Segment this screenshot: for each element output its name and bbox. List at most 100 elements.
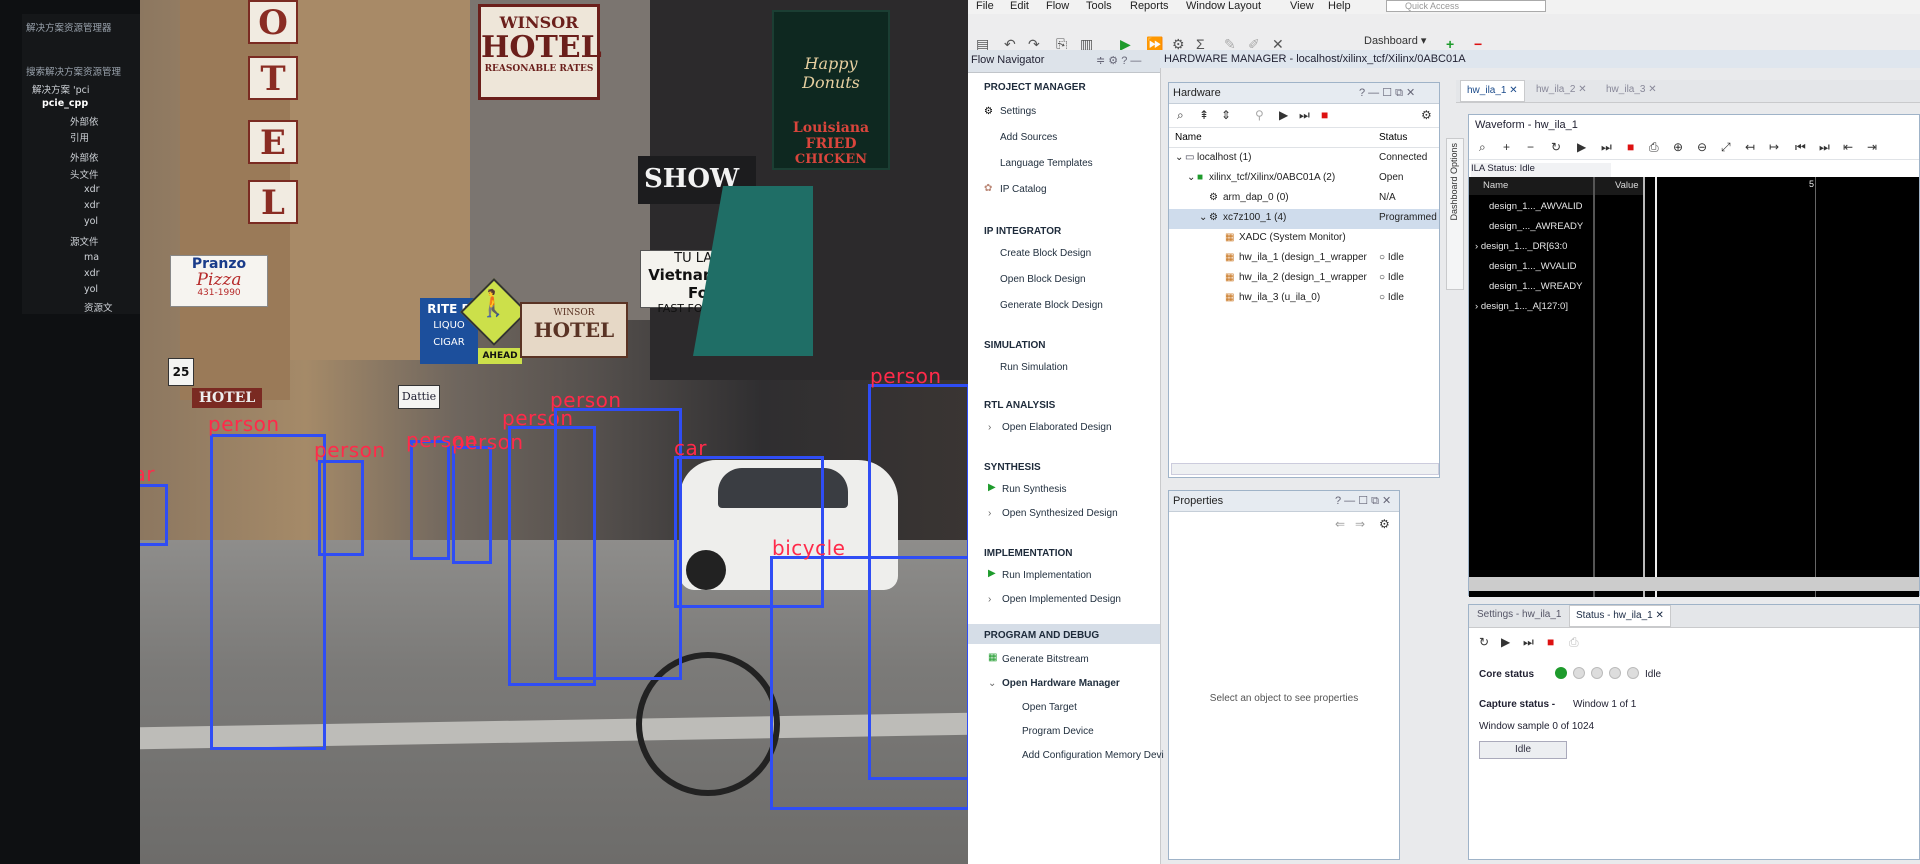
forward-arrow-icon[interactable]: ⇒ (1355, 517, 1365, 531)
idle-button[interactable]: Idle (1479, 741, 1567, 759)
tab-hw-ila-2[interactable]: hw_ila_2 ✕ (1530, 80, 1593, 102)
prev-edge-icon[interactable]: ⇤ (1843, 140, 1853, 154)
chevron-right-icon[interactable]: › (988, 594, 991, 605)
go-last-icon[interactable]: ⏭ (1819, 140, 1830, 155)
chevron-down-icon[interactable]: ⌄ (1199, 212, 1207, 223)
tab-hw-ila-1[interactable]: hw_ila_1 ✕ (1460, 80, 1525, 102)
section-implementation[interactable]: IMPLEMENTATION (984, 548, 1073, 559)
section-synthesis[interactable]: SYNTHESIS (984, 462, 1041, 473)
fn-language-templates[interactable]: Language Templates (1000, 158, 1093, 169)
fn-run-synthesis[interactable]: Run Synthesis (1002, 484, 1066, 495)
menu-file[interactable]: File (976, 0, 994, 12)
stop-icon[interactable]: ■ (1547, 635, 1554, 649)
menu-window[interactable]: Window (1186, 0, 1225, 12)
section-simulation[interactable]: SIMULATION (984, 340, 1045, 351)
fn-add-config-memory[interactable]: Add Configuration Memory Devi (1022, 750, 1164, 761)
menu-layout[interactable]: Layout (1228, 0, 1261, 12)
tab-status-hw-ila-1[interactable]: Status - hw_ila_1 ✕ (1569, 605, 1671, 627)
signal-bus-name[interactable]: › design_1..._DR[63:0 (1475, 241, 1567, 252)
search-icon[interactable]: ⌕ (1177, 108, 1184, 123)
tree-item[interactable]: 头文件 (70, 167, 99, 181)
tab-settings-hw-ila-1[interactable]: Settings - hw_ila_1 (1471, 605, 1568, 627)
fn-open-target[interactable]: Open Target (1022, 702, 1077, 713)
menu-view[interactable]: View (1290, 0, 1314, 12)
tree-item[interactable]: yol (84, 216, 98, 227)
minus-icon[interactable]: − (1527, 140, 1534, 154)
fn-open-block-design[interactable]: Open Block Design (1000, 274, 1086, 285)
search-icon[interactable]: ⌕ (1479, 140, 1486, 155)
add-icon[interactable]: + (1503, 140, 1510, 154)
signal-name[interactable]: design_..._AWREADY (1489, 221, 1583, 232)
fn-create-block-design[interactable]: Create Block Design (1000, 248, 1091, 259)
signal-bus-name[interactable]: › design_1..._A[127:0] (1475, 301, 1568, 312)
run-trigger-icon[interactable]: ▶ (1279, 108, 1288, 122)
tree-item[interactable]: xdr (84, 184, 100, 195)
section-ip-integrator[interactable]: IP INTEGRATOR (984, 226, 1061, 237)
tree-item[interactable]: 解决方案 'pci (32, 82, 90, 96)
menu-tools[interactable]: Tools (1086, 0, 1112, 12)
fn-open-elaborated-design[interactable]: Open Elaborated Design (1002, 422, 1112, 433)
panel-window-controls-icon[interactable]: ? — ☐ ⧉ ✕ (1335, 494, 1391, 508)
fn-run-simulation[interactable]: Run Simulation (1000, 362, 1068, 373)
chevron-down-icon[interactable]: ⌄ (1187, 172, 1195, 183)
waveform-horizontal-scrollbar[interactable] (1469, 577, 1919, 591)
expand-all-icon[interactable]: ⇕ (1221, 108, 1231, 122)
run-immediate-icon[interactable]: ⏭ (1299, 108, 1310, 123)
tree-item[interactable]: 源文件 (70, 234, 99, 248)
fn-generate-block-design[interactable]: Generate Block Design (1000, 300, 1103, 311)
hw-row-localhost[interactable]: ⌄ ▭ localhost (1) Connected (1169, 149, 1439, 169)
run-trigger-icon[interactable]: ▶ (1501, 635, 1510, 649)
refresh-icon[interactable]: ↻ (1551, 140, 1561, 154)
go-first-icon[interactable]: ⏮ (1795, 140, 1806, 155)
tree-item[interactable]: xdr (84, 200, 100, 211)
fn-settings[interactable]: Settings (1000, 106, 1036, 117)
solution-explorer-search[interactable]: 搜索解决方案资源管理 (26, 64, 121, 78)
chevron-right-icon[interactable]: › (988, 422, 991, 433)
marker-icon[interactable]: ↦ (1769, 140, 1779, 154)
fn-add-sources[interactable]: Add Sources (1000, 132, 1057, 143)
hw-row-xc7z100[interactable]: ⌄ ⚙ xc7z100_1 (4) Programmed (1169, 209, 1439, 229)
fn-ip-catalog[interactable]: IP Catalog (1000, 184, 1047, 195)
stop-icon[interactable]: ■ (1321, 108, 1328, 122)
hardware-scrollbar[interactable] (1171, 463, 1439, 475)
export-icon[interactable]: ⎙ (1569, 635, 1579, 650)
section-rtl-analysis[interactable]: RTL ANALYSIS (984, 400, 1055, 411)
hw-row-ila1[interactable]: ▦ hw_ila_1 (design_1_wrapper ○ Idle (1169, 249, 1439, 269)
chevron-right-icon[interactable]: › (988, 508, 991, 519)
menu-help[interactable]: Help (1328, 0, 1351, 12)
collapse-all-icon[interactable]: ⇞ (1199, 108, 1209, 122)
panel-window-controls-icon[interactable]: ? — ☐ ⧉ ✕ (1359, 86, 1415, 100)
hw-row-arm-dap[interactable]: ⚙ arm_dap_0 (0) N/A (1169, 189, 1439, 209)
quick-access-search[interactable]: Quick Access (1386, 0, 1546, 12)
zoom-out-icon[interactable]: ⊖ (1697, 140, 1707, 154)
section-project-manager[interactable]: PROJECT MANAGER (984, 82, 1086, 93)
menu-flow[interactable]: Flow (1046, 0, 1069, 12)
hw-row-ila2[interactable]: ▦ hw_ila_2 (design_1_wrapper ○ Idle (1169, 269, 1439, 289)
hw-row-xadc[interactable]: ▦ XADC (System Monitor) (1169, 229, 1439, 249)
zoom-in-icon[interactable]: ⊕ (1673, 140, 1683, 154)
signal-name[interactable]: design_1..._WVALID (1489, 261, 1576, 272)
signal-name[interactable]: design_1..._AWVALID (1489, 201, 1582, 212)
waveform-canvas[interactable]: Name Value 5 design_1..._AWVALID design_… (1469, 177, 1919, 597)
chevron-down-icon[interactable]: ⌄ (1175, 152, 1183, 163)
tree-item[interactable]: yol (84, 284, 98, 295)
menu-reports[interactable]: Reports (1130, 0, 1169, 12)
cursor-icon[interactable]: ↤ (1745, 140, 1755, 154)
fn-open-implemented-design[interactable]: Open Implemented Design (1002, 594, 1121, 605)
fn-generate-bitstream[interactable]: Generate Bitstream (1002, 654, 1089, 665)
tree-item[interactable]: 引用 (70, 130, 89, 144)
tab-hw-ila-3[interactable]: hw_ila_3 ✕ (1600, 80, 1663, 102)
fn-program-device[interactable]: Program Device (1022, 726, 1094, 737)
chevron-down-icon[interactable]: ⌄ (988, 678, 996, 689)
run-immediate-icon[interactable]: ⏭ (1523, 635, 1534, 650)
menu-edit[interactable]: Edit (1010, 0, 1029, 12)
refresh-icon[interactable]: ↻ (1479, 635, 1489, 649)
export-icon[interactable]: ⎙ (1649, 140, 1659, 155)
tree-item[interactable]: xdr (84, 268, 100, 279)
run-immediate-icon[interactable]: ⏭ (1601, 140, 1612, 155)
tree-item[interactable]: 外部依 (70, 150, 99, 164)
hw-row-ila3[interactable]: ▦ hw_ila_3 (u_ila_0) ○ Idle (1169, 289, 1439, 309)
settings-gear-icon[interactable]: ⚙ (1379, 517, 1390, 531)
fn-run-implementation[interactable]: Run Implementation (1002, 570, 1092, 581)
connect-icon[interactable]: ⚲ (1255, 108, 1264, 122)
